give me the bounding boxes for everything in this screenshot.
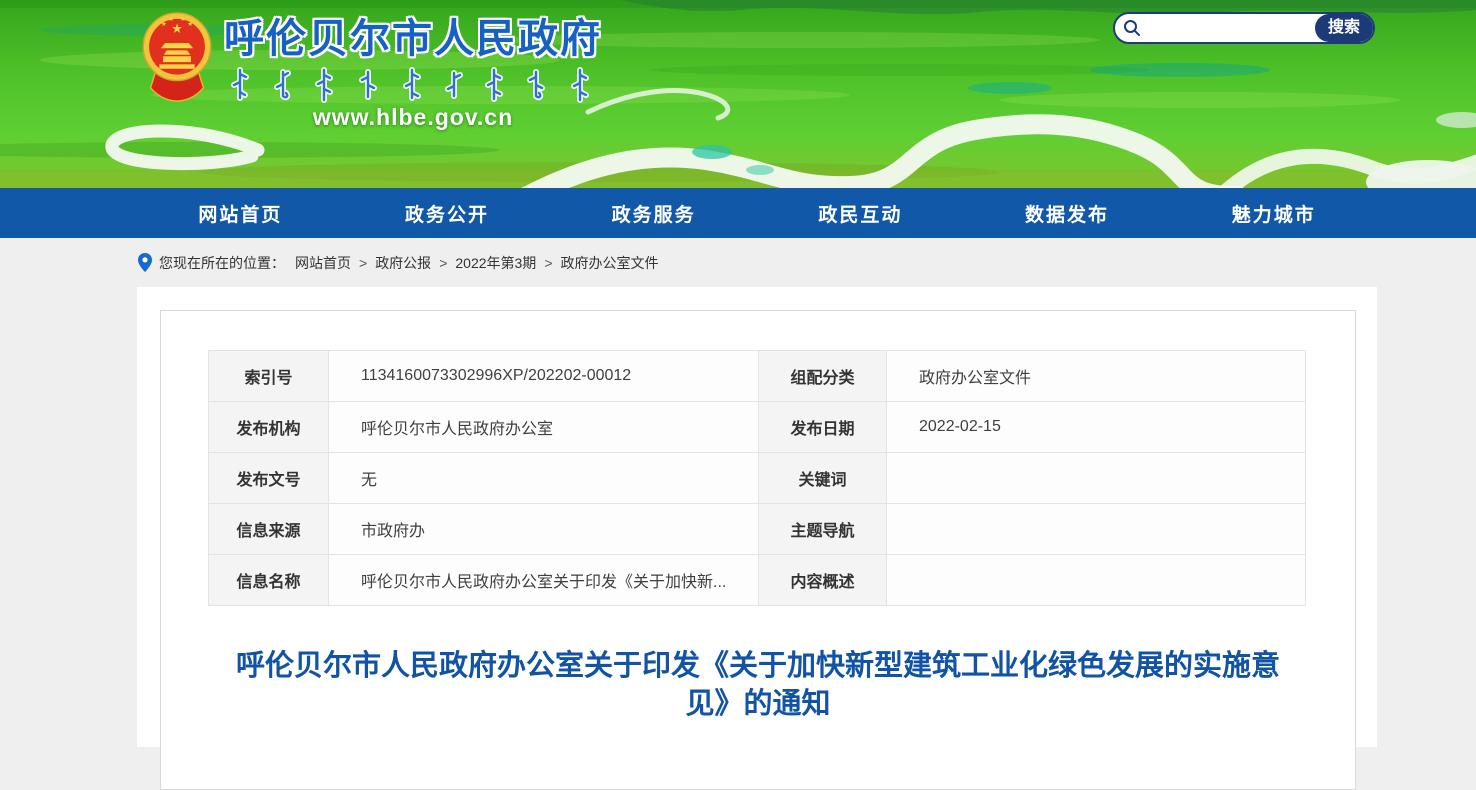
info-label: 主题导航 <box>759 504 887 555</box>
info-value-publish-date: 2022-02-15 <box>887 402 1306 453</box>
breadcrumb-prefix: 您现在所在的位置： <box>159 253 285 273</box>
site-url: www.hlbe.gov.cn <box>222 104 604 131</box>
breadcrumb-separator: > <box>544 255 552 271</box>
info-label: 索引号 <box>209 351 329 402</box>
content-card: 索引号 1134160073302996XP/202202-00012 组配分类… <box>137 287 1377 747</box>
breadcrumb-gazette[interactable]: 政府公报 <box>375 253 431 273</box>
info-label: 组配分类 <box>759 351 887 402</box>
location-pin-icon <box>138 253 152 272</box>
nav-item-interaction[interactable]: 政民互动 <box>757 188 964 238</box>
info-value-keywords <box>887 453 1306 504</box>
svg-text:★: ★ <box>161 21 167 28</box>
breadcrumb-separator: > <box>359 255 367 271</box>
site-banner: ★ ★ ★ ★ ★ 呼伦贝尔市人民政府 <box>0 0 1476 188</box>
nav-item-city[interactable]: 魅力城市 <box>1170 188 1377 238</box>
breadcrumb-home[interactable]: 网站首页 <box>295 253 351 273</box>
table-row: 信息来源 市政府办 主题导航 <box>209 504 1306 555</box>
search-box: 搜索 <box>1113 12 1375 44</box>
document-container: 索引号 1134160073302996XP/202202-00012 组配分类… <box>160 310 1356 790</box>
search-icon <box>1123 19 1141 37</box>
nav-item-gov-affairs[interactable]: 政务公开 <box>344 188 551 238</box>
info-label: 发布文号 <box>209 453 329 504</box>
info-value-category: 政府办公室文件 <box>887 351 1306 402</box>
svg-text:★: ★ <box>187 21 193 28</box>
main-nav: 网站首页 政务公开 政务服务 政民互动 数据发布 魅力城市 <box>0 188 1476 238</box>
table-row: 索引号 1134160073302996XP/202202-00012 组配分类… <box>209 351 1306 402</box>
table-row: 发布机构 呼伦贝尔市人民政府办公室 发布日期 2022-02-15 <box>209 402 1306 453</box>
info-value-info-name: 呼伦贝尔市人民政府办公室关于印发《关于加快新... <box>329 555 759 606</box>
site-title[interactable]: 呼伦贝尔市人民政府 <box>222 6 604 64</box>
nav-item-services[interactable]: 政务服务 <box>550 188 757 238</box>
info-value-document-number: 无 <box>329 453 759 504</box>
document-info-table: 索引号 1134160073302996XP/202202-00012 组配分类… <box>208 350 1306 606</box>
breadcrumb-separator: > <box>439 255 447 271</box>
info-value-issuing-agency: 呼伦贝尔市人民政府办公室 <box>329 402 759 453</box>
table-row: 信息名称 呼伦贝尔市人民政府办公室关于印发《关于加快新... 内容概述 <box>209 555 1306 606</box>
info-label: 发布日期 <box>759 402 887 453</box>
info-value-summary <box>887 555 1306 606</box>
info-label: 发布机构 <box>209 402 329 453</box>
svg-text:★: ★ <box>168 16 174 23</box>
info-label: 内容概述 <box>759 555 887 606</box>
nav-item-home[interactable]: 网站首页 <box>137 188 344 238</box>
search-button[interactable]: 搜索 <box>1315 14 1373 42</box>
breadcrumb-issue[interactable]: 2022年第3期 <box>455 253 536 273</box>
nav-item-data[interactable]: 数据发布 <box>964 188 1171 238</box>
mongolian-script <box>228 67 598 103</box>
info-value-topic-nav <box>887 504 1306 555</box>
table-row: 发布文号 无 关键词 <box>209 453 1306 504</box>
info-label: 信息来源 <box>209 504 329 555</box>
breadcrumb: 您现在所在的位置： 网站首页 > 政府公报 > 2022年第3期 > 政府办公室… <box>0 238 1476 287</box>
info-value-source: 市政府办 <box>329 504 759 555</box>
info-label: 关键词 <box>759 453 887 504</box>
search-input[interactable] <box>1147 14 1315 42</box>
national-emblem-icon: ★ ★ ★ ★ ★ <box>140 10 214 104</box>
info-label: 信息名称 <box>209 555 329 606</box>
svg-text:★: ★ <box>180 16 186 23</box>
document-title: 呼伦贝尔市人民政府办公室关于印发《关于加快新型建筑工业化绿色发展的实施意见》的通… <box>228 647 1288 723</box>
info-value-index-number: 1134160073302996XP/202202-00012 <box>329 351 759 402</box>
breadcrumb-category[interactable]: 政府办公室文件 <box>561 253 659 273</box>
